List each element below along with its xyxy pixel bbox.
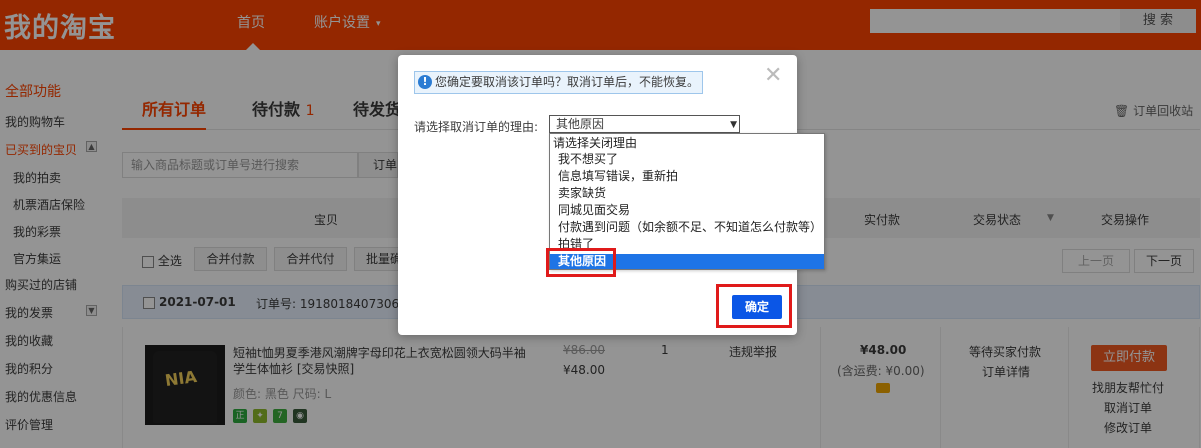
- reason-option[interactable]: 付款遇到问题（如余额不足、不知道怎么付款等）: [550, 220, 824, 235]
- confirm-button[interactable]: 确定: [732, 295, 782, 319]
- reason-option[interactable]: 同城见面交易: [550, 203, 824, 218]
- reason-option[interactable]: 信息填写错误，重新拍: [550, 169, 824, 184]
- chevron-down-icon: ▼: [730, 120, 737, 130]
- reason-label: 请选择取消订单的理由:: [414, 120, 539, 134]
- cancel-warning-text: 您确定要取消该订单吗？取消订单后，不能恢复。: [435, 75, 700, 89]
- highlight-box-reason: [546, 248, 616, 277]
- reason-option[interactable]: 我不想买了: [550, 152, 824, 167]
- info-icon: !: [418, 75, 432, 89]
- reason-option[interactable]: 卖家缺货: [550, 186, 824, 201]
- close-icon[interactable]: ✕: [764, 65, 782, 87]
- reason-select[interactable]: 其他原因 ▼: [549, 115, 740, 133]
- cancel-order-dialog: ✕ ! 您确定要取消该订单吗？取消订单后，不能恢复。 请选择取消订单的理由: 其…: [398, 55, 825, 335]
- reason-option[interactable]: 请选择关闭理由: [550, 136, 824, 151]
- cancel-warning-notice: ! 您确定要取消该订单吗？取消订单后，不能恢复。: [414, 71, 703, 94]
- reason-select-value: 其他原因: [556, 117, 605, 131]
